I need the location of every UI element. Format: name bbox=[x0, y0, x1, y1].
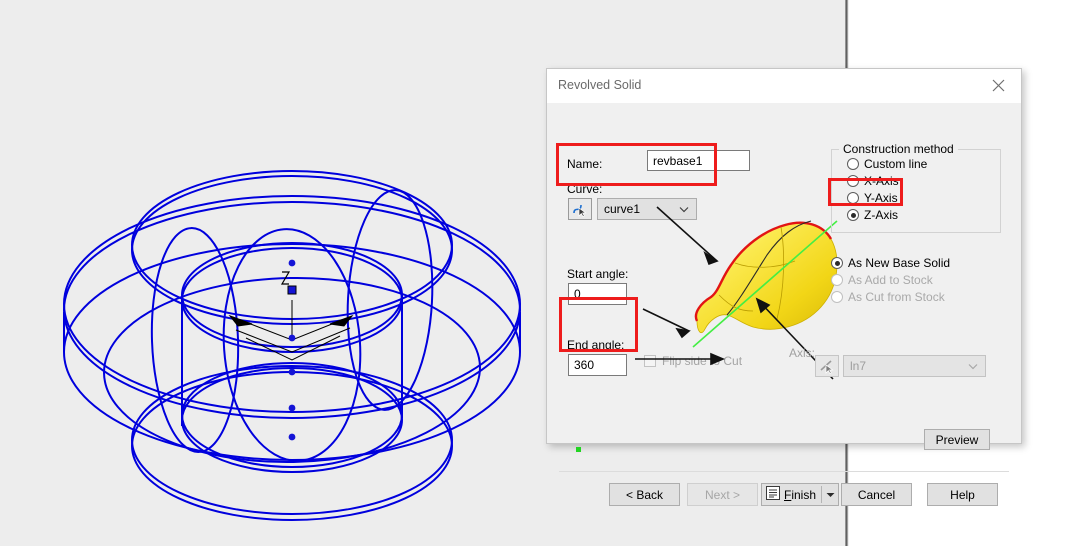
start-angle-label: Start angle: bbox=[567, 267, 629, 281]
radio-label: X-Axis bbox=[864, 174, 899, 188]
radio-label: Custom line bbox=[864, 157, 928, 171]
radio-dot bbox=[831, 291, 843, 303]
finish-label-rest: inish bbox=[791, 487, 817, 502]
dialog-body: Name: revbase1 Curve: curve1 Start angle… bbox=[547, 103, 1021, 506]
name-field[interactable]: revbase1 bbox=[647, 150, 750, 171]
back-button[interactable]: < Back bbox=[609, 483, 680, 506]
close-icon[interactable] bbox=[981, 73, 1015, 98]
radio-label: As Add to Stock bbox=[848, 273, 933, 287]
radio-dot bbox=[831, 274, 843, 286]
radio-as-new-base-solid[interactable]: As New Base Solid bbox=[831, 256, 950, 270]
selection-point-marker bbox=[576, 447, 581, 452]
finish-split-button[interactable]: Finish bbox=[761, 483, 839, 506]
radio-as-add-to-stock: As Add to Stock bbox=[831, 273, 933, 287]
radio-dot bbox=[847, 158, 859, 170]
start-angle-field[interactable]: 0 bbox=[568, 283, 627, 305]
radio-y-axis[interactable]: Y-Axis bbox=[847, 191, 898, 205]
chevron-down-icon[interactable] bbox=[822, 492, 838, 498]
next-button: Next > bbox=[687, 483, 758, 506]
help-button[interactable]: Help bbox=[927, 483, 998, 506]
axis-label: Axis: bbox=[789, 346, 816, 360]
preview-button[interactable]: Preview bbox=[924, 429, 990, 450]
curve-select-icon[interactable] bbox=[568, 198, 592, 220]
radio-z-axis[interactable]: Z-Axis bbox=[847, 208, 898, 222]
line-select-icon bbox=[815, 355, 839, 377]
name-label: Name: bbox=[567, 157, 603, 171]
axis-combobox: ln7 bbox=[843, 355, 986, 377]
radio-as-cut-from-stock: As Cut from Stock bbox=[831, 290, 945, 304]
end-angle-field[interactable]: 360 bbox=[568, 354, 627, 376]
cancel-button[interactable]: Cancel bbox=[841, 483, 912, 506]
curve-label: Curve: bbox=[567, 182, 603, 196]
radio-dot bbox=[847, 192, 859, 204]
chevron-down-icon bbox=[968, 359, 978, 373]
radio-label: As Cut from Stock bbox=[848, 290, 945, 304]
radio-label: Z-Axis bbox=[864, 208, 898, 222]
construction-method-title: Construction method bbox=[839, 142, 958, 156]
radio-label: Y-Axis bbox=[864, 191, 898, 205]
radio-x-axis[interactable]: X-Axis bbox=[847, 174, 899, 188]
radio-dot bbox=[847, 175, 859, 187]
radio-custom-line[interactable]: Custom line bbox=[847, 157, 927, 171]
finish-label: Finish bbox=[784, 487, 817, 502]
dialog-title: Revolved Solid bbox=[558, 78, 642, 92]
list-icon bbox=[766, 486, 780, 503]
dialog-titlebar[interactable]: Revolved Solid bbox=[547, 69, 1021, 104]
radio-label: As New Base Solid bbox=[848, 256, 951, 270]
radio-dot bbox=[831, 257, 843, 269]
revolved-solid-dialog[interactable]: Revolved Solid Name: revbase1 Curve: cur… bbox=[546, 68, 1022, 506]
end-angle-label: End angle: bbox=[567, 338, 625, 352]
footer-divider bbox=[559, 471, 1009, 472]
radio-dot bbox=[847, 209, 859, 221]
axis-value: ln7 bbox=[850, 359, 867, 373]
